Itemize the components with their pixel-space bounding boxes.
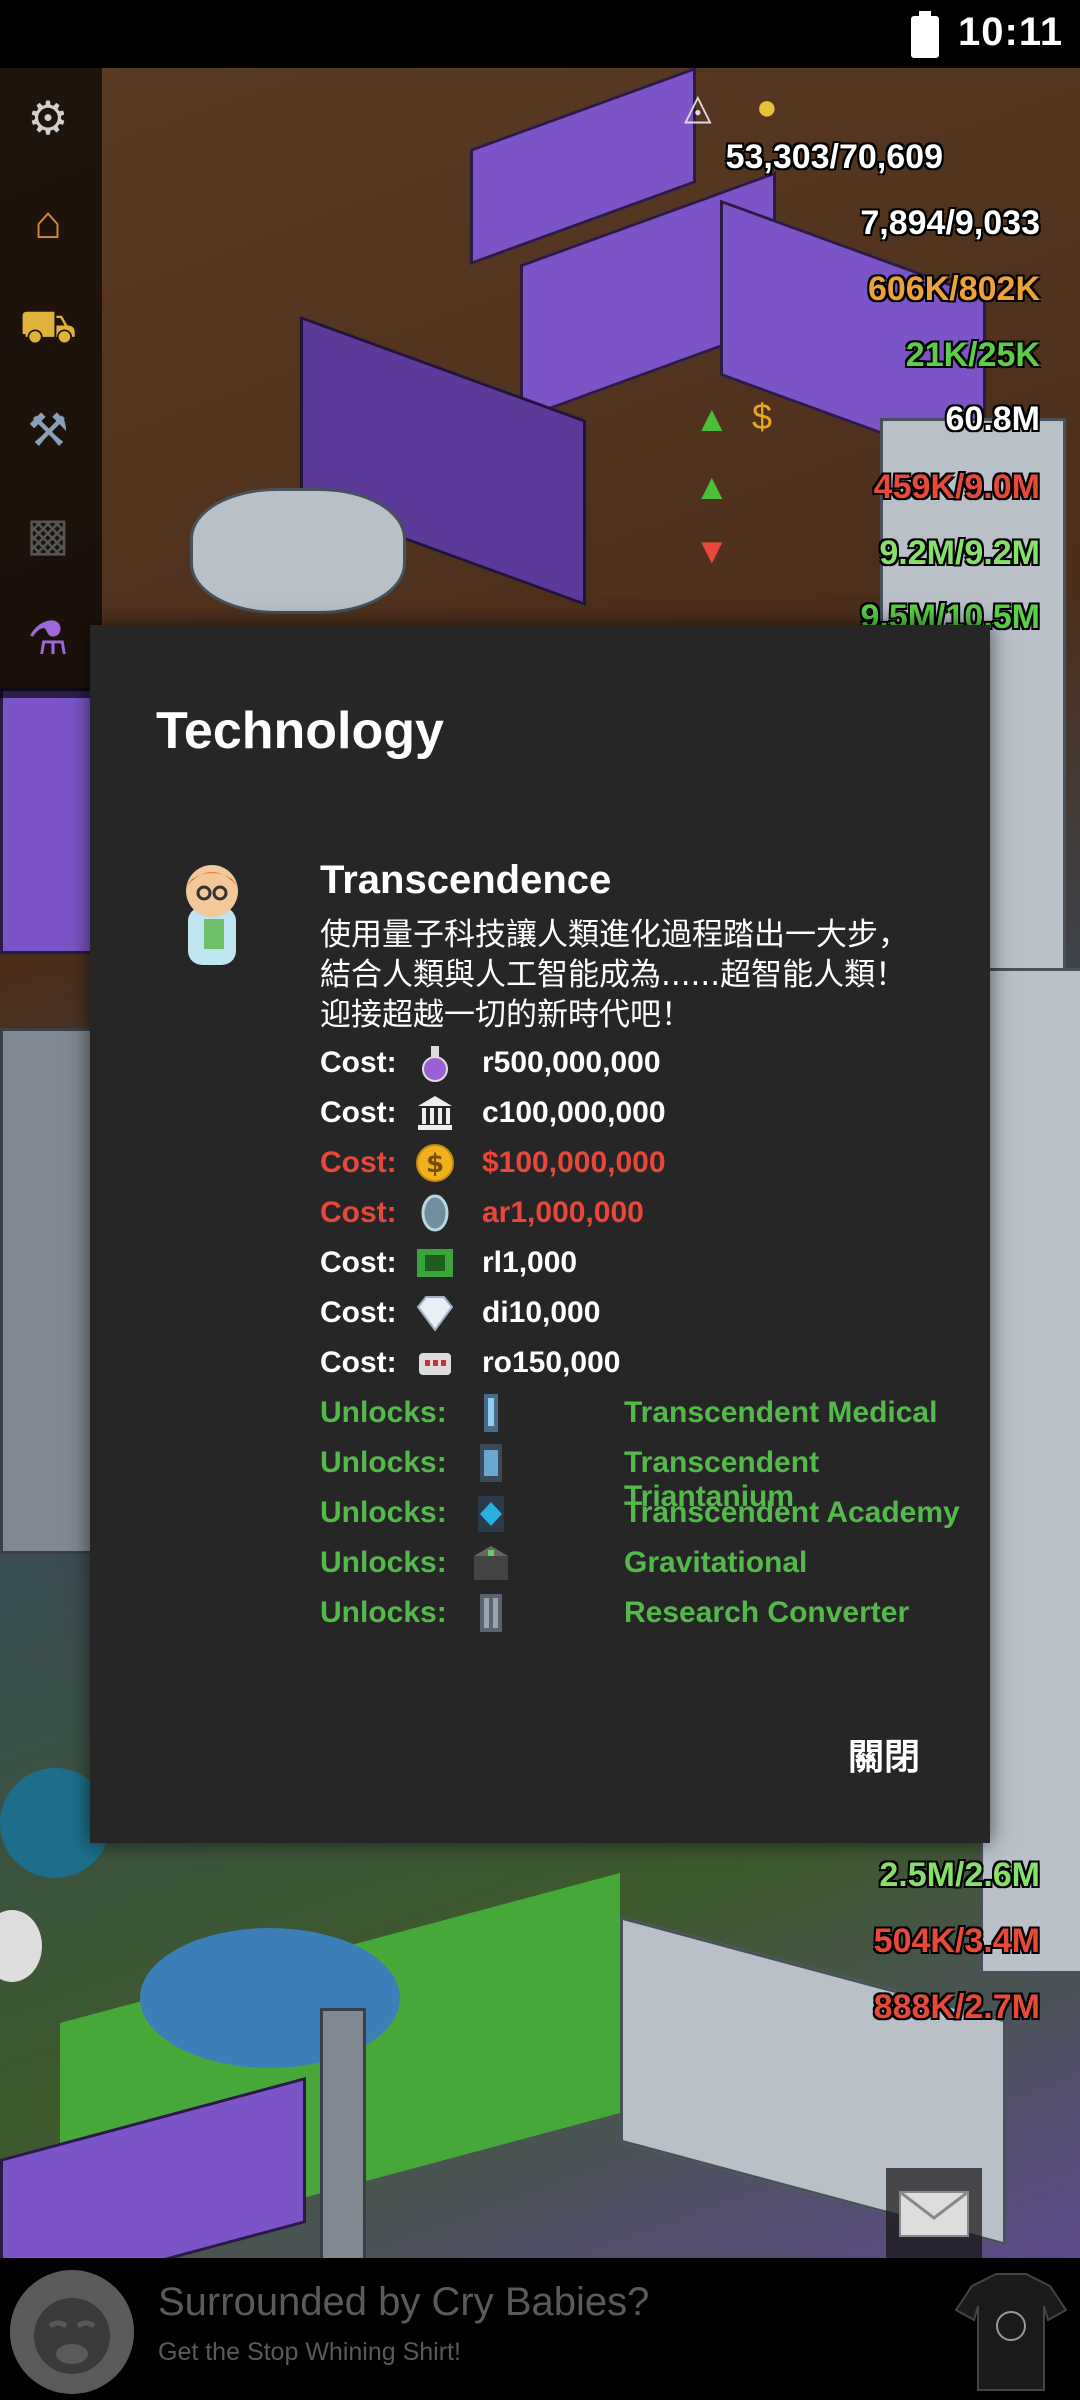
svg-text:$: $ bbox=[426, 1149, 444, 1179]
tech-description: 使用量子科技讓人類進化過程踏出一大步，結合人類與人工智能成為......超智能人… bbox=[320, 917, 909, 1033]
ad-title: Surrounded by Cry Babies? bbox=[158, 2280, 650, 2324]
tshirt-icon bbox=[954, 2273, 1068, 2391]
cost-row: Cost: ar1,000,000 bbox=[320, 1188, 960, 1238]
cost-value: di10,000 bbox=[482, 1296, 601, 1329]
cost-row: Cost: rl1,000 bbox=[320, 1238, 960, 1288]
tower-building-icon bbox=[484, 1394, 498, 1432]
resource-counter: 9.2M/9.2M bbox=[879, 534, 1040, 572]
artifact-icon bbox=[421, 1194, 449, 1232]
cost-value: c100,000,000 bbox=[482, 1096, 666, 1129]
up-arrow-icon: ▲ bbox=[694, 398, 730, 439]
cost-value: ar1,000,000 bbox=[482, 1196, 644, 1229]
unlock-row: Unlocks: Transcendent Academy bbox=[320, 1488, 960, 1538]
crying-face-icon bbox=[10, 2270, 134, 2394]
envelope-icon bbox=[899, 2190, 969, 2237]
unlock-label: Unlocks: bbox=[320, 1396, 447, 1429]
tower-building-icon bbox=[474, 1546, 508, 1580]
cost-row: Cost: ro150,000 bbox=[320, 1338, 960, 1388]
technology-dialog: Technology Transcendence 使用量子科技讓人類進化過程踏出… bbox=[90, 625, 990, 1843]
culture-building-icon bbox=[418, 1096, 452, 1130]
tech-name: Transcendence bbox=[320, 858, 612, 902]
down-arrow-icon: ▼ bbox=[694, 530, 730, 571]
building bbox=[980, 968, 1080, 1974]
population-person-icon: ● bbox=[756, 86, 778, 127]
cost-label: Cost: bbox=[320, 1046, 397, 1079]
unlock-value: Transcendent Academy bbox=[624, 1496, 960, 1529]
scientist-avatar-icon bbox=[186, 865, 238, 965]
cost-row: Cost: r500,000,000 bbox=[320, 1038, 960, 1088]
resource-counter: 459K/9.0M bbox=[873, 468, 1040, 506]
unlock-label: Unlocks: bbox=[320, 1546, 447, 1579]
building bbox=[190, 488, 406, 614]
tower bbox=[320, 2008, 366, 2258]
money-counter: 60.8M bbox=[945, 400, 1041, 438]
battery-icon bbox=[911, 11, 939, 58]
unlock-row: Unlocks: Gravitational bbox=[320, 1538, 960, 1588]
cost-row: Cost: di10,000 bbox=[320, 1288, 960, 1338]
unlock-label: Unlocks: bbox=[320, 1496, 447, 1529]
resource-counter: 606K/802K bbox=[867, 270, 1040, 308]
city-hall-icon[interactable]: ⌂ bbox=[16, 190, 80, 254]
cost-row: Cost: c100,000,000 bbox=[320, 1088, 960, 1138]
resource-counter: 888K/2.7M bbox=[873, 1988, 1040, 2026]
diamond-icon bbox=[416, 1296, 454, 1332]
resource-counter: 2.5M/2.6M bbox=[879, 1856, 1040, 1894]
locked-tool-icon[interactable]: ▩ bbox=[16, 502, 80, 566]
resource-counter: 504K/3.4M bbox=[873, 1922, 1040, 1960]
tier-triangle-icon[interactable]: ◬ bbox=[684, 86, 712, 128]
unlock-row: Unlocks: Transcendent Medical bbox=[320, 1388, 960, 1438]
circuit-icon bbox=[417, 1249, 453, 1277]
tower-building-icon bbox=[480, 1594, 502, 1632]
unlock-value: Transcendent Medical bbox=[624, 1396, 938, 1429]
unlock-value: Gravitational bbox=[624, 1546, 808, 1579]
ad-banner[interactable]: Surrounded by Cry Babies? Get the Stop W… bbox=[0, 2258, 1080, 2400]
money-coin-icon: $ bbox=[416, 1144, 454, 1182]
cost-label: Cost: bbox=[320, 1346, 397, 1379]
cost-value: $100,000,000 bbox=[482, 1146, 666, 1179]
cost-label: Cost: bbox=[320, 1246, 397, 1279]
up-arrow-icon: ▲ bbox=[694, 466, 730, 507]
cost-value: r500,000,000 bbox=[482, 1046, 661, 1079]
cost-label: Cost: bbox=[320, 1196, 397, 1229]
cost-label: Cost: bbox=[320, 1146, 397, 1179]
unlock-value: Research Converter bbox=[624, 1596, 910, 1629]
cost-label: Cost: bbox=[320, 1096, 397, 1129]
status-bar: 10:11 bbox=[0, 0, 1080, 68]
dialog-title: Technology bbox=[156, 702, 444, 760]
unlock-label: Unlocks: bbox=[320, 1596, 447, 1629]
unlock-row: Unlocks: Research Converter bbox=[320, 1588, 960, 1638]
bulldozer-icon[interactable]: ⛟ bbox=[16, 294, 80, 358]
resource-counter: 21K/25K bbox=[905, 336, 1040, 374]
cost-label: Cost: bbox=[320, 1296, 397, 1329]
money-coin-icon: $ bbox=[752, 396, 773, 437]
left-toolbar: ⚙ ⌂ ⛟ ⚒ ▩ ⚗ bbox=[0, 68, 102, 698]
settings-gear-icon[interactable]: ⚙ bbox=[16, 86, 80, 150]
cost-value: ro150,000 bbox=[482, 1346, 621, 1379]
status-time: 10:11 bbox=[958, 10, 1064, 54]
unlock-label: Unlocks: bbox=[320, 1446, 447, 1479]
cost-row: Cost: $ $100,000,000 bbox=[320, 1138, 960, 1188]
unlock-row: Unlocks: Transcendent Triantanium bbox=[320, 1438, 960, 1513]
requirements-list: Cost: r500,000,000 Cost: c100,000,000 Co… bbox=[320, 1038, 960, 1638]
research-flask-icon[interactable]: ⚗ bbox=[16, 606, 80, 670]
research-flask-icon bbox=[422, 1046, 448, 1082]
close-button[interactable]: 關閉 bbox=[848, 1728, 920, 1780]
cost-value: rl1,000 bbox=[482, 1246, 578, 1279]
excavator-icon[interactable]: ⚒ bbox=[16, 398, 80, 462]
ad-subtitle: Get the Stop Whining Shirt! bbox=[158, 2338, 461, 2366]
workers-counter: 7,894/9,033 bbox=[860, 204, 1040, 242]
population-counter: 53,303/70,609 bbox=[725, 138, 943, 176]
mail-button[interactable] bbox=[886, 2168, 982, 2258]
tower-building-icon bbox=[480, 1444, 502, 1482]
robot-icon bbox=[419, 1353, 451, 1375]
tower-building-icon bbox=[478, 1496, 504, 1532]
